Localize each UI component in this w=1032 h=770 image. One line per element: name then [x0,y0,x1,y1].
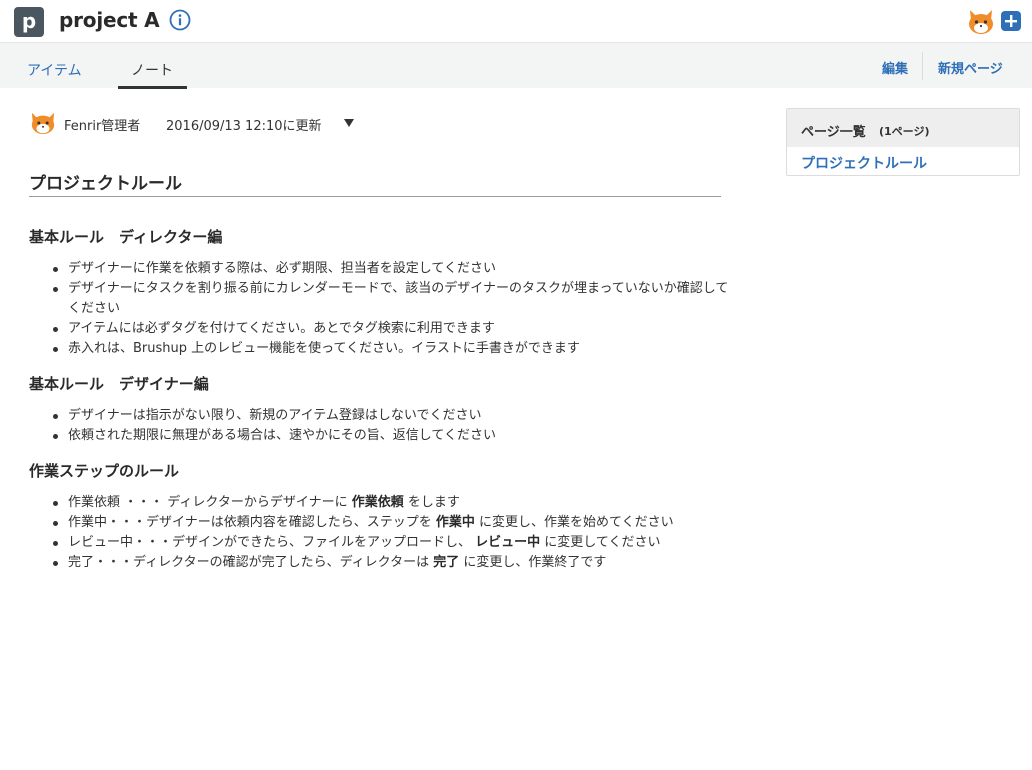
user-avatar[interactable] [966,6,996,36]
section-list: デザイナーは指示がない限り、新規のアイテム登録はしないでください 依頼された期限… [50,406,740,446]
project-avatar[interactable]: p [14,7,44,37]
step-status: 作業中 [435,515,475,530]
section-heading: 基本ルール デザイナー編 [29,375,209,393]
list-item: アイテムには必ずタグを付けてください。あとでタグ検索に利用できます [50,319,740,339]
list-item: デザイナーに作業を依頼する際は、必ず期限、担当者を設定してください [50,259,740,279]
info-circle-icon[interactable] [169,9,191,31]
page-list-panel: ページ一覧 (1ページ) プロジェクトルール [786,108,1020,176]
active-tab-indicator [118,86,187,89]
new-page-button[interactable]: 新規ページ [938,58,1003,77]
page-list-count: (1ページ) [879,125,930,138]
action-divider [922,52,923,80]
updated-date[interactable]: 2016/09/13 12:10に更新 [166,115,322,134]
page-list-header: ページ一覧 (1ページ) [787,109,1019,147]
author-name: Fenrir管理者 [64,119,141,134]
top-bar: p project A [0,0,1032,42]
note-meta: Fenrir管理者 2016/09/13 12:10に更新 [29,110,729,136]
step-status: 作業依頼 [351,495,404,510]
step-status: 完了 [433,555,460,570]
tab-bar: アイテム ノート 編集 新規ページ [0,42,1032,89]
list-item: デザイナーにタスクを割り振る前にカレンダーモードで、該当のデザイナーのタスクが埋… [50,279,740,319]
page-list-title: ページ一覧 [801,125,866,140]
author-avatar [31,112,55,135]
tab-items[interactable]: アイテム [27,60,82,80]
section-heading: 作業ステップのルール [29,462,180,480]
title-divider [29,196,721,197]
tab-notes[interactable]: ノート [131,60,173,80]
page-link[interactable]: プロジェクトルール [801,153,927,173]
list-item: 作業中・・・デザイナーは依頼内容を確認したら、ステップを 作業中 に変更し、作業… [50,513,740,533]
list-item: 依頼された期限に無理がある場合は、速やかにその旨、返信してください [50,426,740,446]
add-button[interactable] [1001,11,1021,31]
list-item: デザイナーは指示がない限り、新規のアイテム登録はしないでください [50,406,740,426]
list-item: 赤入れは、Brushup 上のレビュー機能を使ってください。イラストに手書きがで… [50,339,740,359]
plus-icon [1005,15,1017,27]
section-heading: 基本ルール ディレクター編 [29,228,223,246]
edit-button[interactable]: 編集 [882,58,908,77]
list-item: 作業依頼 ・・・ ディレクターからデザイナーに 作業依頼 をします [50,493,740,513]
history-dropdown-icon[interactable] [344,119,354,127]
list-item: レビュー中・・・デザインができたら、ファイルをアップロードし、 レビュー中 に変… [50,533,740,553]
section-list: 作業依頼 ・・・ ディレクターからデザイナーに 作業依頼 をします 作業中・・・… [50,493,740,573]
note-title: プロジェクトルール [29,174,182,194]
list-item: 完了・・・ディレクターの確認が完了したら、ディレクターは 完了 に変更し、作業終… [50,553,740,573]
section-list: デザイナーに作業を依頼する際は、必ず期限、担当者を設定してください デザイナーに… [50,259,740,359]
step-status: レビュー中 [475,535,541,550]
project-name[interactable]: project A [59,8,160,32]
